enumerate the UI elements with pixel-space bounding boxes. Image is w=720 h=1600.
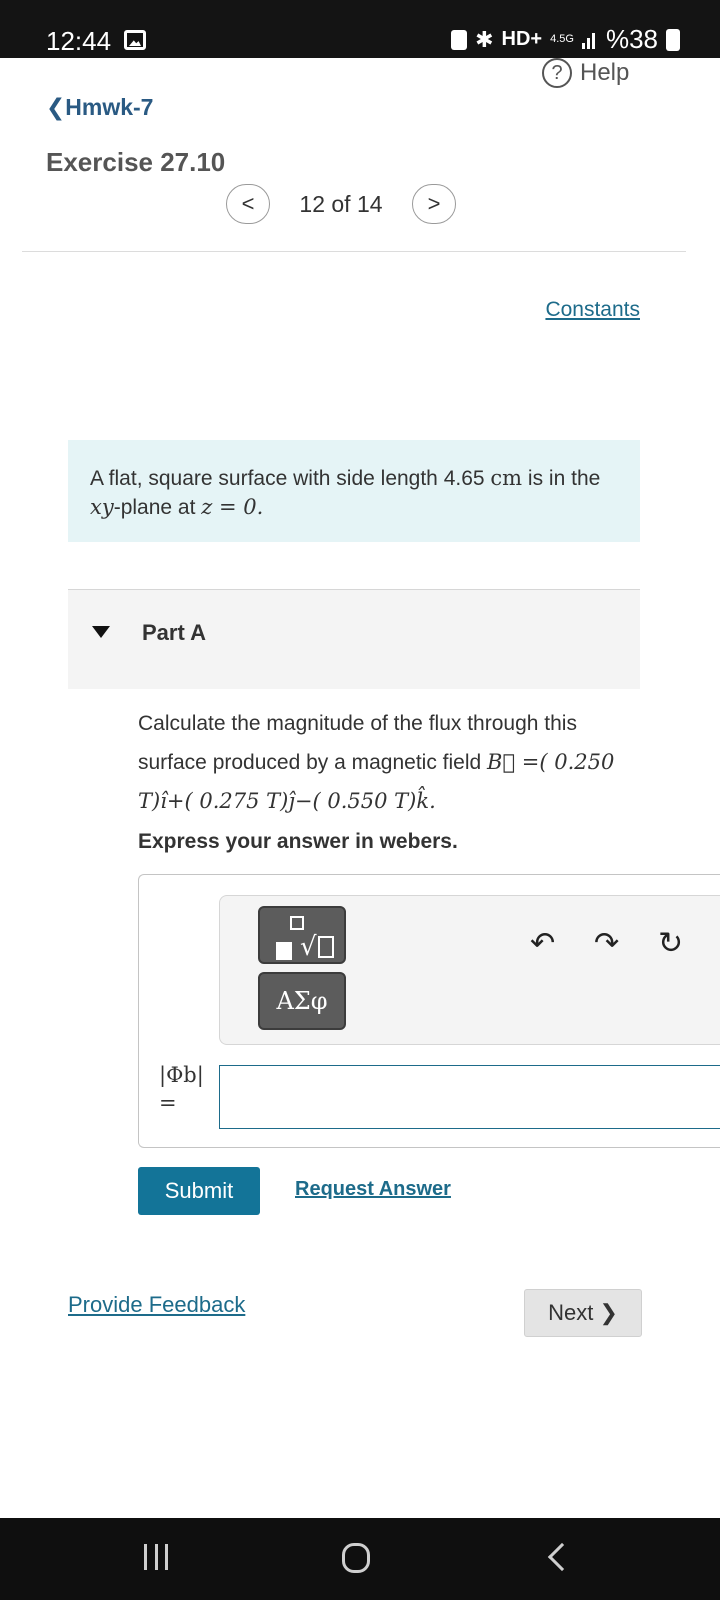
intro-unit: cm — [490, 466, 523, 490]
intro-var: xy — [90, 495, 114, 519]
intro-eq: z = 0. — [201, 495, 264, 519]
intro-text-2: is in the — [522, 467, 601, 490]
part-label: Part A — [142, 620, 206, 645]
template-square-icon — [276, 942, 292, 960]
hd-label: HD+ — [501, 28, 543, 50]
image-icon — [124, 30, 146, 50]
lock-icon — [451, 29, 468, 50]
next-button[interactable]: Next ❯ — [524, 1289, 642, 1337]
template-slot-icon — [318, 936, 334, 958]
recent-apps-icon[interactable] — [144, 1544, 168, 1570]
network-label: 4.5G — [550, 33, 574, 45]
redo-icon[interactable]: ↷ — [594, 926, 619, 961]
provide-feedback-link[interactable]: Provide Feedback — [68, 1292, 245, 1318]
back-icon[interactable] — [547, 1542, 577, 1572]
equals-sign: = — [159, 1091, 177, 1115]
back-link[interactable]: ❮Hmwk-7 — [46, 94, 153, 121]
help-icon: ? — [542, 58, 572, 88]
symbols-button[interactable]: ΑΣφ — [258, 972, 346, 1030]
prev-button[interactable]: < — [226, 184, 270, 224]
navigation-bar — [0, 1518, 720, 1600]
part-a-header[interactable]: Part A — [68, 589, 640, 689]
pager-text: 12 of 14 — [299, 190, 383, 217]
submit-button[interactable]: Submit — [138, 1167, 260, 1215]
question-text: Calculate the magnitude of the flux thro… — [138, 705, 638, 821]
math-toolbar: √ ΑΣφ ↶ ↷ ↻ — [219, 895, 720, 1045]
variable-name: |Φb| — [159, 1063, 204, 1087]
bluetooth-icon: ✱ — [475, 26, 494, 52]
answer-input[interactable] — [219, 1065, 720, 1129]
template-box-icon — [290, 916, 304, 930]
battery-icon — [666, 28, 680, 51]
status-icons: ✱ HD+ 4.5G %38 — [451, 24, 680, 55]
radical-icon: √ — [300, 932, 317, 962]
express-instruction: Express your answer in webers. — [138, 830, 458, 853]
pager: < 12 of 14 > — [226, 184, 456, 224]
undo-icon[interactable]: ↶ — [530, 926, 555, 961]
request-answer-link[interactable]: Request Answer — [295, 1178, 451, 1201]
next-page-button[interactable]: > — [412, 184, 456, 224]
status-time: 12:44 — [46, 26, 112, 56]
back-label: Hmwk-7 — [65, 94, 154, 120]
answer-variable-label: |Φb| = — [159, 1061, 204, 1117]
reset-icon[interactable]: ↻ — [658, 926, 683, 961]
page-title: Exercise 27.10 — [46, 147, 226, 177]
help-label: Help — [580, 59, 630, 86]
help-link[interactable]: ? Help — [542, 58, 629, 88]
divider — [22, 251, 686, 252]
intro-text-3: -plane at — [113, 496, 202, 519]
templates-button[interactable]: √ — [258, 906, 346, 964]
signal-icon — [581, 31, 598, 49]
collapse-triangle-icon — [92, 626, 110, 638]
status-bar: 12:44 ✱ HD+ 4.5G %38 — [0, 0, 720, 58]
problem-intro: A flat, square surface with side length … — [68, 440, 640, 542]
intro-text-1: A flat, square surface with side length … — [90, 467, 491, 490]
answer-box: √ ΑΣφ ↶ ↷ ↻ |Φb| = — [138, 874, 720, 1148]
home-icon[interactable] — [342, 1543, 370, 1573]
battery-text: %38 — [605, 24, 658, 54]
constants-link[interactable]: Constants — [545, 298, 640, 322]
